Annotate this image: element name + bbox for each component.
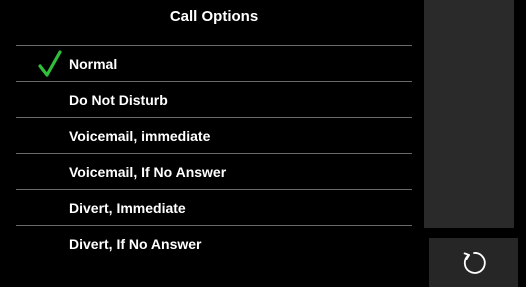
menu-item-label: Voicemail, immediate [69, 128, 211, 144]
call-options-menu: Call Options Normal Do Not Disturb Voice… [16, 0, 412, 270]
side-panel [424, 0, 514, 228]
menu-item-divert-no-answer[interactable]: Divert, If No Answer [16, 226, 412, 262]
menu-item-do-not-disturb[interactable]: Do Not Disturb [16, 82, 412, 118]
menu-item-label: Normal [69, 56, 118, 72]
menu-item-label: Divert, If No Answer [69, 236, 202, 252]
call-options-screen: Call Options Normal Do Not Disturb Voice… [0, 0, 526, 287]
refresh-icon [463, 252, 486, 274]
checkmark-icon [38, 50, 62, 77]
menu-item-label: Do Not Disturb [69, 92, 168, 108]
menu-item-divert-immediate[interactable]: Divert, Immediate [16, 190, 412, 226]
menu-item-normal[interactable]: Normal [16, 46, 412, 82]
menu-item-label: Divert, Immediate [69, 200, 186, 216]
menu-item-label: Voicemail, If No Answer [69, 164, 227, 180]
call-options-list: Normal Do Not Disturb Voicemail, immedia… [16, 46, 412, 262]
menu-title-text: Call Options [169, 8, 259, 25]
refresh-button[interactable] [429, 238, 518, 287]
menu-item-voicemail-no-answer[interactable]: Voicemail, If No Answer [16, 154, 412, 190]
menu-item-voicemail-immediate[interactable]: Voicemail, immediate [16, 118, 412, 154]
menu-title: Call Options [16, 0, 412, 46]
